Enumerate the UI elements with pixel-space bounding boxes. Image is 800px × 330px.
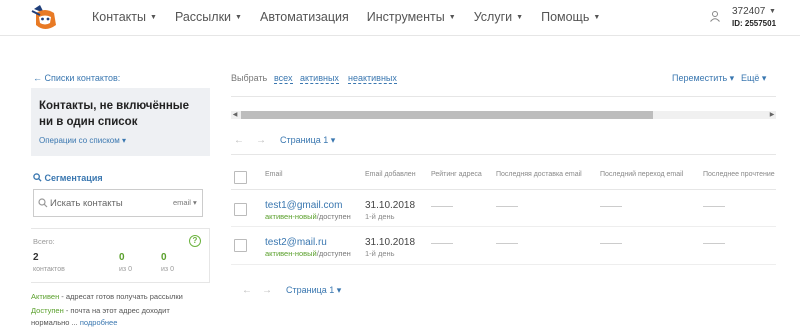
empty-value-dash (703, 243, 725, 244)
main-nav: Контакты ▼ Рассылки ▼ Автоматизация Инстру… (92, 10, 618, 24)
legend-active: Активен - адресат готов получать рассылк… (31, 292, 183, 301)
divider (231, 96, 776, 97)
column-header-last-read[interactable]: Последнее прочтение (703, 171, 775, 178)
column-header-rating[interactable]: Рейтинг адреса (431, 171, 482, 178)
search-field-select[interactable]: email ▾ (173, 198, 197, 207)
nav-item-tools[interactable]: Инструменты ▼ (367, 10, 456, 24)
column-header-added[interactable]: Email добавлен (365, 171, 416, 178)
nav-item-automation[interactable]: Автоматизация (260, 10, 349, 24)
help-icon[interactable]: ? (189, 235, 201, 247)
divider (231, 189, 776, 190)
row-checkbox[interactable] (234, 203, 247, 216)
list-title: Контакты, не включённые ни в один список (39, 100, 189, 128)
select-inactive-link[interactable]: неактивных (348, 73, 397, 84)
scroll-left-arrow-icon[interactable]: ◀ (231, 111, 239, 119)
chevron-down-icon: ▼ (516, 14, 524, 21)
scroll-right-arrow-icon[interactable]: ▶ (768, 111, 776, 119)
column-header-last-click[interactable]: Последний переход email (600, 171, 683, 178)
row-status: активен-новый/доступен (265, 212, 351, 221)
empty-value-dash (496, 206, 518, 207)
nav-item-help[interactable]: Помощь ▼ (541, 10, 600, 24)
account-chevron-down-icon[interactable]: ▼ (769, 8, 776, 15)
more-details-link[interactable]: подробнее (80, 318, 118, 327)
chevron-down-icon: ▼ (235, 14, 242, 21)
column-header-email[interactable]: Email (265, 171, 283, 178)
row-email-link[interactable]: test2@mail.ru (265, 237, 327, 248)
nav-item-services[interactable]: Услуги ▼ (474, 10, 523, 24)
back-to-contact-lists-link[interactable]: ← Списки контактов: (33, 73, 120, 83)
prev-page-arrow-icon[interactable]: ← (242, 285, 252, 296)
row-email-link[interactable]: test1@gmail.com (265, 200, 342, 211)
chevron-down-icon: ▼ (150, 14, 157, 21)
next-page-arrow-icon[interactable]: → (262, 285, 272, 296)
empty-value-dash (431, 243, 453, 244)
search-input[interactable] (50, 190, 170, 216)
stat-available-value: 0 (161, 252, 167, 263)
divider (231, 154, 776, 155)
segmentation-link[interactable]: Сегментация (33, 173, 103, 183)
select-all-link[interactable]: всех (274, 73, 293, 84)
stat-active-label: из 0 (119, 266, 132, 273)
account-id: ID: 2557501 (732, 19, 777, 28)
empty-value-dash (703, 206, 725, 207)
stat-available-label: из 0 (161, 266, 174, 273)
search-icon (38, 198, 48, 208)
page-selector-bottom[interactable]: Страница 1 ▾ (286, 285, 341, 296)
list-operations-button[interactable]: Операции со списком ▾ (39, 136, 126, 145)
stat-total-value: 2 (33, 252, 39, 263)
stat-total-label: контактов (33, 266, 65, 273)
row-status: активен-новый/доступен (265, 249, 351, 258)
stats-total-label: Всего: (33, 237, 55, 246)
next-page-arrow-icon[interactable]: → (256, 135, 266, 146)
stat-active-value: 0 (119, 252, 125, 263)
current-list-panel: Контакты, не включённые ни в один список… (31, 88, 210, 156)
empty-value-dash (600, 243, 622, 244)
prev-page-arrow-icon[interactable]: ← (234, 135, 244, 146)
row-date-added: 31.10.2018 (365, 200, 416, 211)
page-selector-top[interactable]: Страница 1 ▾ (280, 135, 335, 146)
empty-value-dash (431, 206, 453, 207)
empty-value-dash (600, 206, 622, 207)
row-date-added: 31.10.2018 (365, 237, 416, 248)
more-button[interactable]: Ещё ▾ (741, 73, 766, 84)
select-label: Выбрать (231, 73, 268, 83)
horizontal-scrollbar[interactable] (231, 111, 776, 119)
row-checkbox[interactable] (234, 239, 247, 252)
contact-stats-panel: Всего: ? 2 контактов 0 из 0 0 из 0 (31, 228, 210, 283)
select-active-link[interactable]: активных (300, 73, 339, 84)
contact-search-box: email ▾ (33, 189, 203, 217)
top-navigation-bar: Контакты ▼ Рассылки ▼ Автоматизация Инстру… (0, 0, 800, 36)
chevron-down-icon: ▼ (593, 14, 601, 21)
select-all-checkbox[interactable] (234, 171, 247, 184)
nav-item-contacts[interactable]: Контакты ▼ (92, 10, 157, 24)
row-day-count: 1-й день (365, 212, 395, 221)
move-button[interactable]: Переместить ▾ (672, 73, 734, 84)
chevron-down-icon: ▼ (448, 14, 456, 21)
column-header-last-delivery[interactable]: Последняя доставка email (496, 171, 582, 178)
mascot-logo-icon[interactable] (30, 3, 60, 33)
nav-item-mailings[interactable]: Рассылки ▼ (175, 10, 242, 24)
legend-more: нормально ... подробнее (31, 318, 118, 327)
row-day-count: 1-й день (365, 249, 395, 258)
empty-value-dash (496, 243, 518, 244)
row-divider (231, 226, 776, 227)
user-icon[interactable] (709, 10, 721, 22)
search-icon (33, 173, 42, 182)
legend-available: Доступен - почта на этот адрес доходит (31, 306, 170, 315)
row-divider (231, 264, 776, 265)
account-number[interactable]: 372407 (732, 6, 765, 17)
scrollbar-thumb[interactable] (241, 111, 653, 119)
